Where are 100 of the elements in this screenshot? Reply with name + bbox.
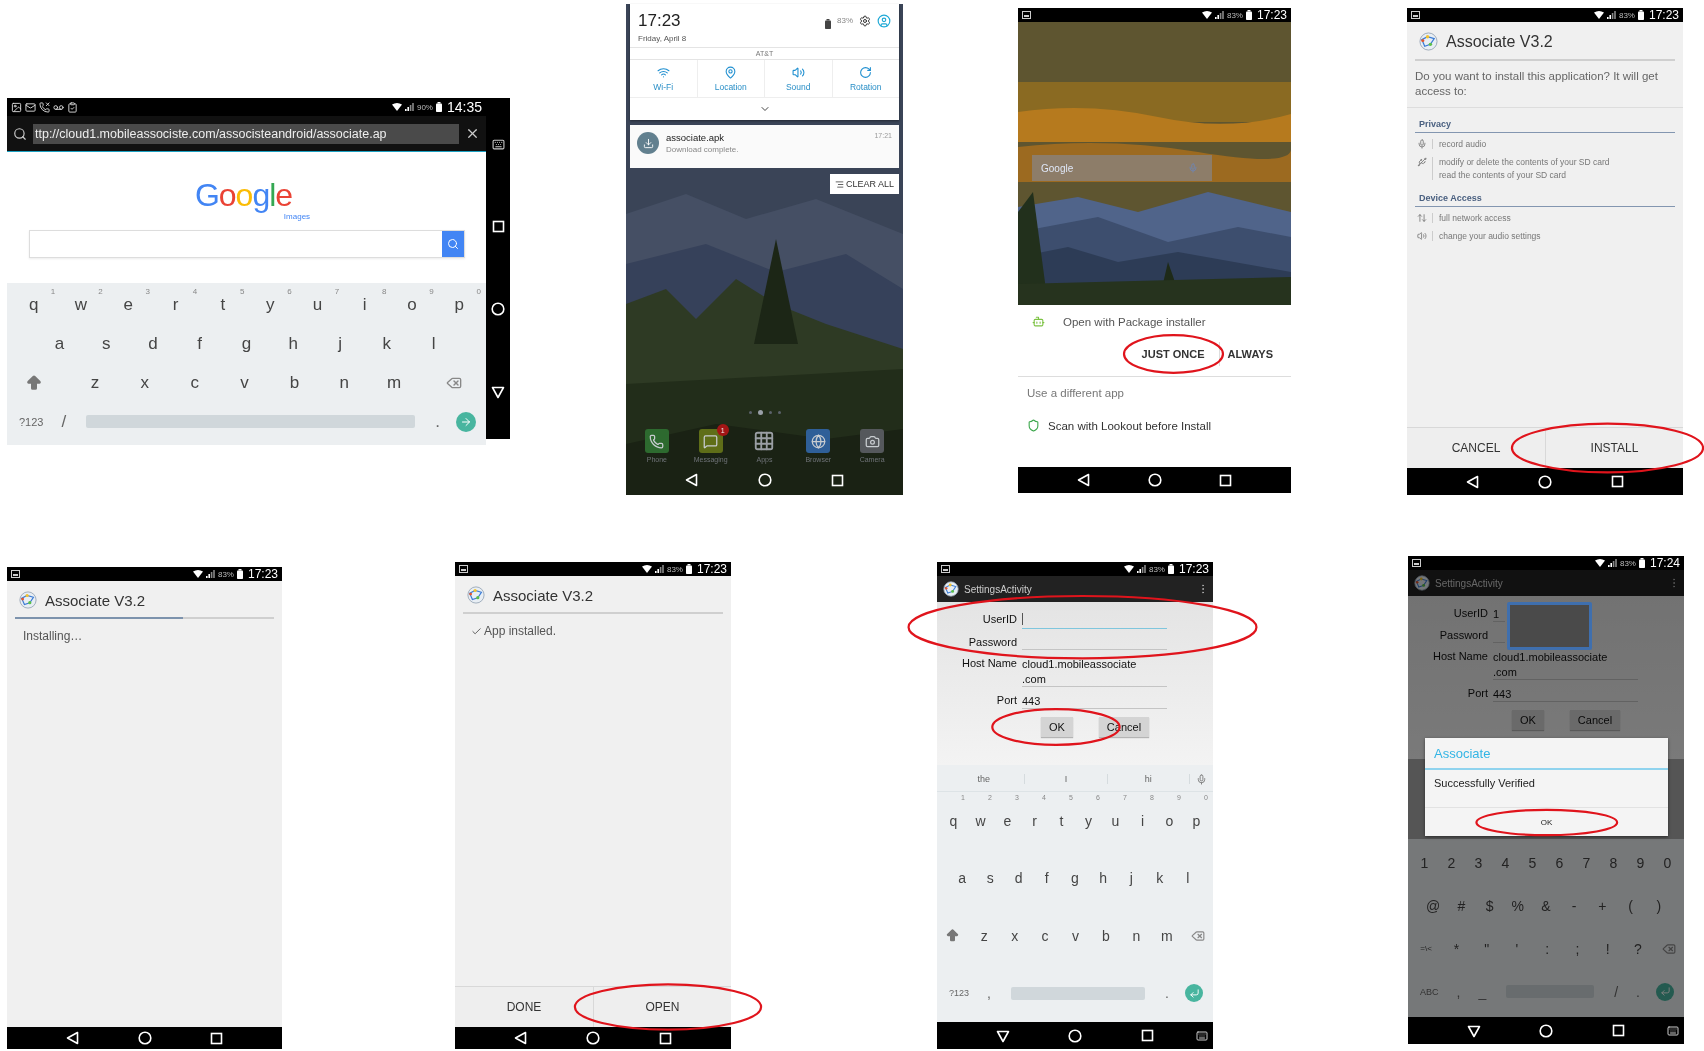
- keyboard-icon[interactable]: [491, 138, 505, 152]
- keyboard-key[interactable]: t 5: [200, 285, 246, 324]
- keyboard-key[interactable]: #: [1448, 884, 1475, 927]
- keyboard-key[interactable]: c: [1030, 907, 1060, 965]
- home-icon[interactable]: [1538, 474, 1553, 489]
- keyboard-key[interactable]: !: [1593, 927, 1622, 970]
- home-icon[interactable]: [138, 1031, 152, 1045]
- keyboard-key[interactable]: 1: [1412, 841, 1437, 884]
- keyboard-key[interactable]: k: [1146, 849, 1173, 907]
- keyboard-key[interactable]: g: [224, 324, 269, 363]
- home-icon[interactable]: [1148, 473, 1162, 487]
- recent-apps-icon[interactable]: [658, 1031, 672, 1045]
- keyboard-key[interactable]: j: [317, 324, 363, 363]
- keyboard-key[interactable]: ,: [979, 964, 999, 1022]
- page-dot[interactable]: [757, 410, 763, 415]
- back-icon[interactable]: [685, 473, 700, 487]
- keyboard-key[interactable]: n: [1122, 907, 1151, 965]
- keyboard-key[interactable]: b: [270, 363, 319, 402]
- keyboard-key[interactable]: ': [1502, 927, 1531, 970]
- suggestion[interactable]: the: [943, 774, 1026, 784]
- keyboard-key[interactable]: g: [1061, 849, 1089, 907]
- form-button[interactable]: OK: [1040, 717, 1073, 738]
- keyboard-key[interactable]: o 9: [389, 285, 435, 324]
- keyboard-key[interactable]: s: [977, 849, 1004, 907]
- quick-setting-tile[interactable]: Sound: [764, 60, 832, 97]
- keyboard-key[interactable]: @: [1420, 884, 1447, 927]
- keyboard-key[interactable]: z: [71, 363, 119, 402]
- shift-icon[interactable]: [25, 373, 43, 392]
- text-field[interactable]: 1: [1493, 604, 1505, 623]
- recent-apps-icon[interactable]: [491, 220, 505, 234]
- keyboard-key[interactable]: .: [427, 402, 448, 441]
- keyboard-key[interactable]: -: [1561, 884, 1588, 927]
- keyboard-key[interactable]: $: [1476, 884, 1503, 927]
- keyboard-key[interactable]: d: [1005, 849, 1032, 907]
- keyboard-key[interactable]: u 7: [294, 285, 341, 324]
- keyboard-key[interactable]: h: [1090, 849, 1117, 907]
- keyboard-key[interactable]: d: [130, 324, 176, 363]
- keyboard-key[interactable]: n: [320, 363, 369, 402]
- keyboard-key[interactable]: +: [1589, 884, 1616, 927]
- keyboard-key[interactable]: 7: [1574, 841, 1599, 884]
- keyboard-key[interactable]: j: [1118, 849, 1145, 907]
- keyboard-key[interactable]: ): [1645, 884, 1672, 927]
- ok-button[interactable]: OK: [1532, 816, 1561, 829]
- back-icon[interactable]: [66, 1031, 80, 1045]
- choice-button[interactable]: ALWAYS: [1218, 342, 1281, 366]
- text-field[interactable]: 443: [1493, 683, 1638, 703]
- keyboard-key[interactable]: &: [1532, 884, 1560, 927]
- recent-apps-icon[interactable]: [1219, 473, 1233, 487]
- keyboard-key[interactable]: m: [370, 363, 418, 402]
- search-button[interactable]: [441, 231, 464, 257]
- suggestion[interactable]: hi: [1107, 774, 1190, 784]
- keyboard-key[interactable]: l: [411, 324, 457, 363]
- keyboard-key[interactable]: v: [1061, 907, 1090, 965]
- keyboard-key[interactable]: 9: [1628, 841, 1653, 884]
- alternative-app-link[interactable]: Use a different app: [1027, 387, 1124, 399]
- recent-apps-icon[interactable]: [210, 1031, 223, 1045]
- keyboard-key[interactable]: 2: [1439, 841, 1464, 884]
- keyboard-key[interactable]: 4: [1493, 841, 1518, 884]
- home-icon[interactable]: [1068, 1028, 1083, 1043]
- keyboard-key[interactable]: q 1: [11, 285, 57, 324]
- search-field[interactable]: [28, 230, 465, 258]
- keyboard-key[interactable]: ;: [1563, 927, 1592, 970]
- keyboard-key[interactable]: *: [1442, 927, 1471, 970]
- microphone-icon[interactable]: [1196, 773, 1207, 785]
- keyboard-key[interactable]: x: [1000, 907, 1029, 965]
- keyboard-icon[interactable]: [1667, 1024, 1679, 1037]
- back-icon[interactable]: [1466, 474, 1481, 489]
- keyboard-key[interactable]: l: [1174, 849, 1201, 907]
- dialog-button[interactable]: CANCEL: [1407, 428, 1545, 468]
- text-field[interactable]: [1022, 610, 1167, 630]
- clear-all-button[interactable]: CLEAR ALL: [829, 174, 899, 194]
- text-field[interactable]: cloud1.mobileassociate .com: [1022, 654, 1167, 687]
- keyboard-key[interactable]: y 6: [247, 285, 293, 324]
- close-icon[interactable]: [465, 126, 480, 141]
- url-field[interactable]: ttp://cloud1.mobileassociste.com/associsteandroid/associate.ap: [33, 123, 459, 144]
- keyboard-key[interactable]: w 2: [58, 285, 104, 324]
- keyboard-key[interactable]: e 3: [105, 285, 151, 324]
- keyboard-key[interactable]: h: [270, 324, 316, 363]
- scan-option[interactable]: Scan with Lookout before Install: [1048, 419, 1212, 432]
- keyboard-key[interactable]: k: [364, 324, 410, 363]
- keyboard-key[interactable]: z: [970, 907, 999, 965]
- keyboard-icon[interactable]: [1196, 1029, 1208, 1042]
- back-icon[interactable]: [491, 384, 505, 399]
- page-dot[interactable]: [748, 411, 752, 414]
- keyboard-key[interactable]: b: [1091, 907, 1121, 965]
- settings-icon[interactable]: [859, 15, 871, 27]
- keyboard-key[interactable]: c: [170, 363, 219, 402]
- keyboard-key[interactable]: 8: [1601, 841, 1626, 884]
- keyboard-key[interactable]: a: [949, 849, 976, 907]
- keyboard-key[interactable]: ?123: [11, 402, 52, 441]
- recent-apps-icon[interactable]: [830, 473, 844, 487]
- keyboard-key[interactable]: .: [1157, 964, 1177, 1022]
- home-icon[interactable]: [491, 301, 505, 316]
- keyboard-key[interactable]: %: [1504, 884, 1531, 927]
- keyboard-key[interactable]: =\<: [1412, 927, 1441, 970]
- recent-apps-icon[interactable]: [1610, 475, 1624, 488]
- page-dot[interactable]: [777, 411, 781, 414]
- back-icon[interactable]: [1076, 473, 1091, 487]
- keyboard-key[interactable]: i 8: [342, 285, 388, 324]
- keyboard-key[interactable]: m: [1152, 907, 1181, 965]
